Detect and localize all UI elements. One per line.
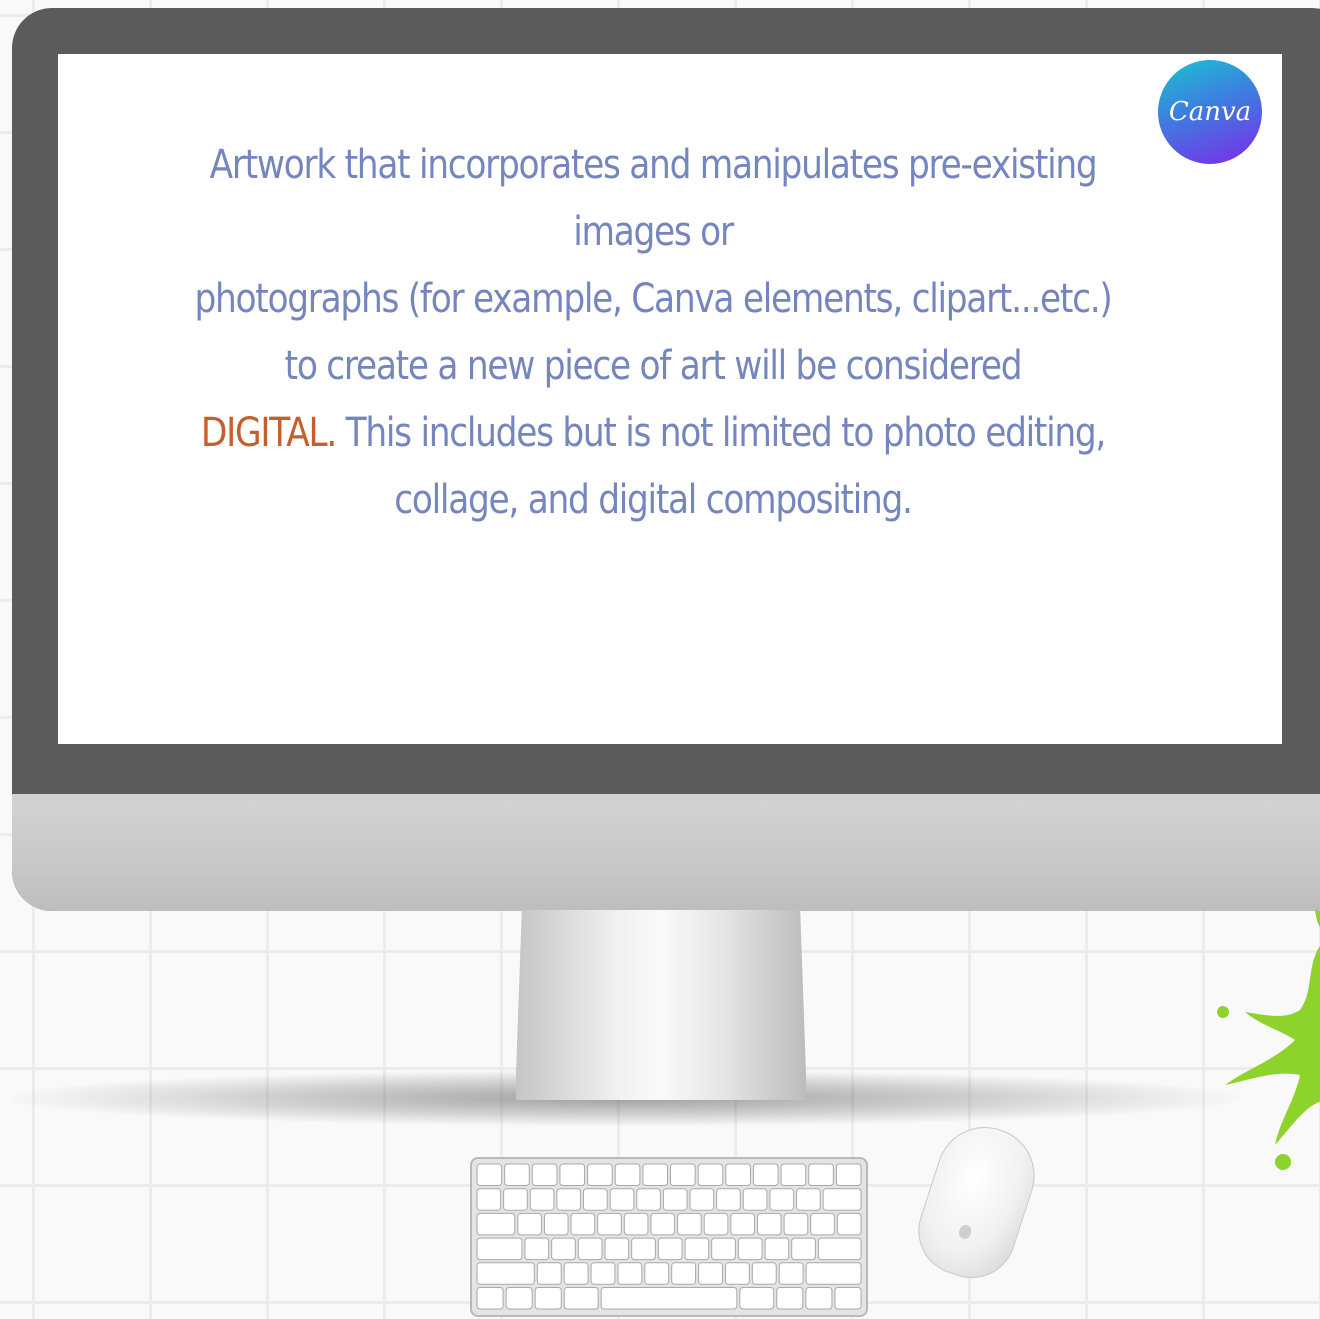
keyboard-key [725, 1163, 751, 1186]
keyboard-key [570, 1212, 596, 1236]
keyboard-key [769, 1188, 795, 1211]
keyboard-key [711, 1237, 736, 1261]
keyboard-key [808, 1163, 834, 1186]
keyboard-key [796, 1188, 821, 1211]
keyboard-key [689, 1188, 715, 1211]
keyboard-key [559, 1163, 586, 1186]
keyboard-key [662, 1188, 688, 1211]
monitor-stand [516, 910, 806, 1100]
monitor-screen: Artwork that incorporates and manipulate… [58, 54, 1282, 744]
keyboard-key [836, 1212, 862, 1236]
keyboard-key [670, 1163, 696, 1186]
keyboard-key [563, 1262, 589, 1285]
keyboard-key [503, 1188, 528, 1211]
keyboard-key [684, 1237, 710, 1261]
keyboard-key [604, 1237, 630, 1261]
keyboard-key [476, 1287, 504, 1310]
keyboard-key [529, 1188, 555, 1211]
keyboard-key [623, 1212, 649, 1236]
keyboard-key [617, 1262, 643, 1285]
keyboard-key [835, 1163, 862, 1186]
keyboard-key [476, 1212, 516, 1236]
keyboard-key [631, 1237, 656, 1261]
monitor: Artwork that incorporates and manipulate… [12, 8, 1320, 911]
keyboard-key [791, 1237, 816, 1261]
keyboard-key [504, 1163, 530, 1186]
keyboard-key [517, 1212, 542, 1236]
keyboard-key [752, 1163, 779, 1186]
keyboard-key [834, 1287, 862, 1310]
keyboard-key [551, 1237, 576, 1261]
keyboard-key [476, 1237, 523, 1261]
keyboard-key [805, 1287, 833, 1310]
keyboard-key [703, 1212, 729, 1236]
keyboard-key [764, 1237, 790, 1261]
keyboard-key [476, 1163, 503, 1186]
keyboard-key [590, 1262, 616, 1285]
keyboard-key [536, 1262, 562, 1285]
keyboard-key [730, 1212, 755, 1236]
keyboard-key [650, 1212, 676, 1236]
keyboard-key [751, 1262, 777, 1285]
canva-logo: Canva [1158, 60, 1262, 164]
message-line-2: photographs (for example, Canva elements… [194, 276, 1112, 389]
keyboard-key [657, 1237, 683, 1261]
keyboard-key [671, 1262, 697, 1285]
keyboard-key [822, 1188, 862, 1211]
keyboard-key [609, 1188, 635, 1211]
paint-splash-icon [1217, 910, 1320, 1170]
keyboard-key [587, 1163, 613, 1186]
keyboard-key [636, 1188, 661, 1211]
keyboard-key [776, 1287, 804, 1310]
keyboard-key [614, 1163, 641, 1186]
keyboard-key [742, 1188, 768, 1211]
digital-highlight: DIGITAL. [200, 410, 337, 456]
message-line-3: This includes but is not limited to phot… [336, 410, 1107, 523]
keyboard-key [698, 1262, 723, 1285]
keyboard-key [563, 1287, 599, 1310]
keyboard-key [724, 1262, 750, 1285]
keyboard-key [805, 1262, 862, 1285]
keyboard-key [476, 1188, 502, 1211]
keyboard-key [778, 1262, 804, 1285]
keyboard-key [524, 1237, 550, 1261]
canva-logo-text: Canva [1168, 97, 1252, 127]
keyboard-key [783, 1212, 809, 1236]
mouse-icon [906, 1114, 1048, 1290]
keyboard-key [677, 1212, 702, 1236]
keyboard-keys [476, 1163, 862, 1310]
keyboard-key [644, 1262, 670, 1285]
keyboard-key [780, 1163, 807, 1186]
keyboard-key [817, 1237, 862, 1261]
apple-logo-icon [957, 1223, 974, 1241]
keyboard-key [505, 1287, 533, 1310]
keyboard-key [810, 1212, 835, 1236]
keyboard-key [716, 1188, 741, 1211]
keyboard-key [756, 1212, 782, 1236]
message-line-1: Artwork that incorporates and manipulate… [209, 142, 1098, 255]
keyboard-key [534, 1287, 562, 1310]
keyboard-key [697, 1163, 724, 1186]
keyboard-key [600, 1287, 738, 1310]
keyboard-key [737, 1237, 763, 1261]
keyboard-key [597, 1212, 622, 1236]
keyboard-icon [470, 1157, 868, 1317]
screen-message: Artwork that incorporates and manipulate… [176, 132, 1131, 534]
monitor-chin [12, 794, 1320, 911]
keyboard-key [556, 1188, 582, 1211]
keyboard-key [642, 1163, 669, 1186]
keyboard-key [543, 1212, 569, 1236]
keyboard-key [531, 1163, 558, 1186]
keyboard-key [739, 1287, 775, 1310]
keyboard-key [476, 1262, 535, 1285]
keyboard-key [583, 1188, 608, 1211]
keyboard-key [577, 1237, 603, 1261]
